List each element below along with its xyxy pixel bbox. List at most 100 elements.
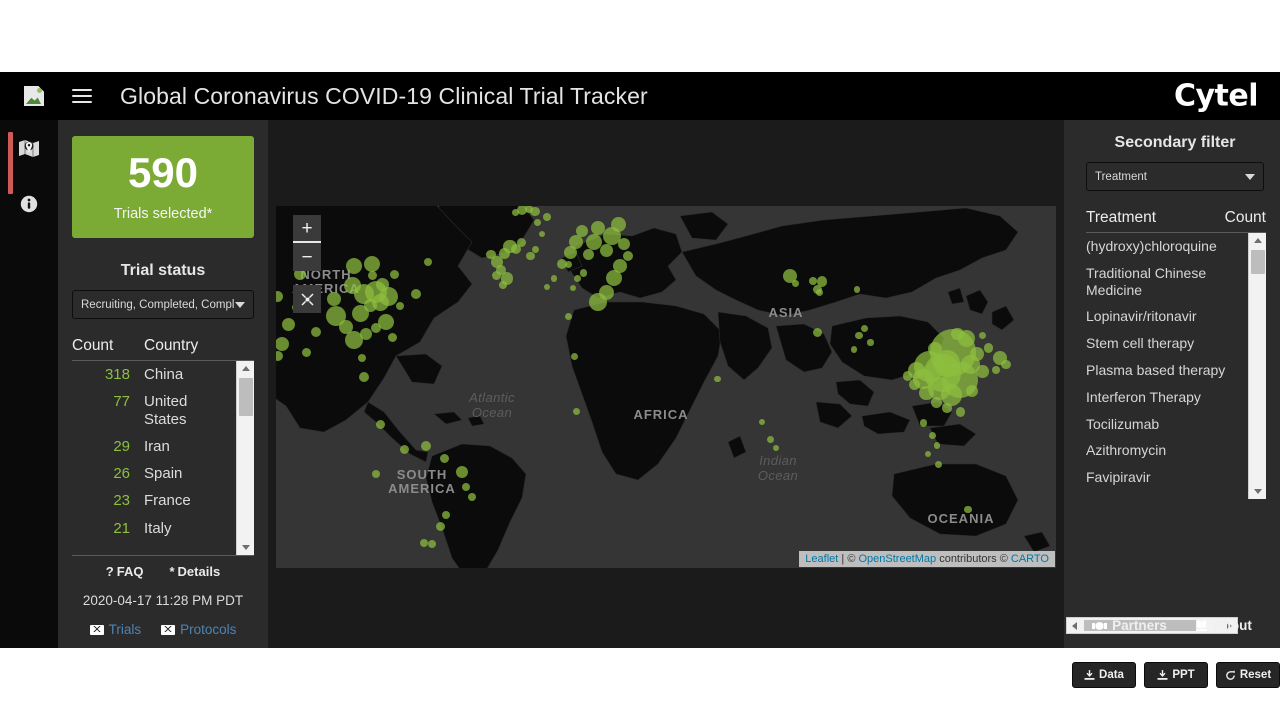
trial-bubble[interactable] <box>983 343 993 353</box>
trial-bubble[interactable] <box>963 505 972 514</box>
trial-bubble[interactable] <box>942 403 952 413</box>
trial-bubble[interactable] <box>442 511 450 519</box>
trial-bubble[interactable] <box>486 250 496 260</box>
trial-bubble[interactable] <box>816 275 828 287</box>
list-item[interactable]: Tocilizumab <box>1086 411 1244 438</box>
scroll-up-arrow[interactable] <box>1249 233 1266 248</box>
list-item[interactable]: Plasma based therapy <box>1086 357 1244 384</box>
trial-bubble[interactable] <box>360 328 372 340</box>
trial-bubble[interactable] <box>543 283 550 290</box>
country-list-scrollbar[interactable] <box>236 361 254 555</box>
country-list[interactable]: 318 China 77 United States 29 Iran 26 Spain 23 Fr… <box>72 360 254 556</box>
treatment-list-scrollbar[interactable] <box>1248 233 1266 499</box>
trial-bubble[interactable] <box>420 539 428 547</box>
trial-bubble[interactable] <box>969 346 984 361</box>
table-row[interactable]: 26 Spain <box>72 460 232 487</box>
trial-bubble[interactable] <box>359 372 369 382</box>
trial-bubble[interactable] <box>579 268 588 277</box>
trial-bubble[interactable] <box>623 251 633 261</box>
download-data-button[interactable]: Data <box>1072 662 1136 688</box>
trial-bubble[interactable] <box>1001 360 1011 370</box>
trial-bubble[interactable] <box>714 375 721 382</box>
reset-button[interactable]: Reset <box>1216 662 1280 688</box>
trial-bubble[interactable] <box>991 366 1000 375</box>
trial-bubble[interactable] <box>867 339 874 346</box>
trial-bubble[interactable] <box>424 258 432 266</box>
list-item[interactable]: Interferon Therapy <box>1086 384 1244 411</box>
trial-bubble[interactable] <box>542 213 551 222</box>
list-item[interactable]: Traditional Chinese Medicine <box>1086 260 1244 304</box>
trial-bubble[interactable] <box>599 243 613 257</box>
trial-bubble[interactable] <box>955 407 966 417</box>
trial-bubble[interactable] <box>276 290 283 302</box>
osm-link[interactable]: OpenStreetMap <box>858 553 936 565</box>
treatment-list[interactable]: (hydroxy)chloroquine Traditional Chinese … <box>1086 232 1266 499</box>
trial-bubble[interactable] <box>327 292 341 306</box>
trial-bubble[interactable] <box>311 327 321 337</box>
trial-bubble[interactable] <box>358 354 366 362</box>
hamburger-icon[interactable] <box>72 89 92 103</box>
trial-bubble[interactable] <box>551 275 558 282</box>
trial-bubble[interactable] <box>396 302 404 310</box>
trial-bubble[interactable] <box>854 331 863 340</box>
trial-bubble[interactable] <box>758 418 765 425</box>
trial-bubble[interactable] <box>399 444 409 454</box>
table-row[interactable]: 23 France <box>72 487 232 514</box>
trial-bubble[interactable] <box>815 288 823 296</box>
trial-bubble[interactable] <box>924 450 932 457</box>
trial-bubble[interactable] <box>618 238 630 250</box>
trial-bubble[interactable] <box>372 470 380 478</box>
scroll-down-arrow[interactable] <box>237 540 254 555</box>
zoom-out-button[interactable]: − <box>293 243 321 271</box>
trial-bubble[interactable] <box>498 281 507 290</box>
scrollbar-thumb[interactable] <box>239 378 253 416</box>
protocols-mail-link[interactable]: Protocols <box>161 622 236 637</box>
trial-bubble[interactable] <box>281 317 295 331</box>
expand-icon[interactable] <box>293 285 321 313</box>
trial-bubble[interactable] <box>851 346 858 353</box>
trial-bubble[interactable] <box>933 442 940 449</box>
trial-bubble[interactable] <box>582 248 594 260</box>
list-item[interactable]: Favipiravir <box>1086 464 1244 491</box>
secondary-filter-select[interactable]: Treatment <box>1086 162 1264 191</box>
trial-bubble[interactable] <box>576 225 588 237</box>
trial-status-select[interactable]: Recruiting, Completed, Compl <box>72 290 254 319</box>
trial-bubble[interactable] <box>468 493 476 501</box>
trial-bubble[interactable] <box>569 235 583 249</box>
trial-bubble[interactable] <box>933 350 961 377</box>
trial-bubble[interactable] <box>428 540 436 548</box>
zoom-in-button[interactable]: + <box>293 215 321 243</box>
trial-bubble[interactable] <box>435 521 445 531</box>
list-item[interactable]: Stem cell therapy <box>1086 330 1244 357</box>
trial-bubble[interactable] <box>606 270 622 286</box>
table-row[interactable]: 29 Iran <box>72 433 232 460</box>
trial-bubble[interactable] <box>411 289 421 299</box>
trial-bubble[interactable] <box>564 312 572 320</box>
trial-bubble[interactable] <box>375 419 385 429</box>
trial-bubble[interactable] <box>589 293 607 311</box>
download-ppt-button[interactable]: PPT <box>1144 662 1208 688</box>
trial-bubble[interactable] <box>570 352 578 360</box>
trial-bubble[interactable] <box>421 441 431 451</box>
table-row[interactable]: 21 Italy <box>72 515 232 542</box>
trial-bubble[interactable] <box>456 466 468 478</box>
trial-bubble[interactable] <box>909 378 921 390</box>
details-link[interactable]: * Details <box>169 564 220 579</box>
trial-bubble[interactable] <box>346 258 362 274</box>
trial-bubble[interactable] <box>976 365 989 378</box>
trial-bubble[interactable] <box>387 332 397 342</box>
about-link[interactable]: About <box>1195 618 1252 633</box>
trial-bubble[interactable] <box>389 269 399 279</box>
trial-bubble[interactable] <box>572 407 580 415</box>
trial-bubble[interactable] <box>919 385 934 400</box>
trials-mail-link[interactable]: Trials <box>89 622 141 637</box>
scrollbar-thumb[interactable] <box>1251 250 1265 274</box>
trial-bubble[interactable] <box>610 216 626 232</box>
list-item[interactable]: (hydroxy)chloroquine <box>1086 233 1244 260</box>
list-item[interactable]: Azithromycin <box>1086 437 1244 464</box>
trial-bubble[interactable] <box>371 323 381 333</box>
scroll-down-arrow[interactable] <box>1249 484 1266 499</box>
trial-bubble[interactable] <box>931 396 943 408</box>
trial-bubble[interactable] <box>951 327 964 341</box>
leaflet-link[interactable]: Leaflet <box>805 553 838 565</box>
